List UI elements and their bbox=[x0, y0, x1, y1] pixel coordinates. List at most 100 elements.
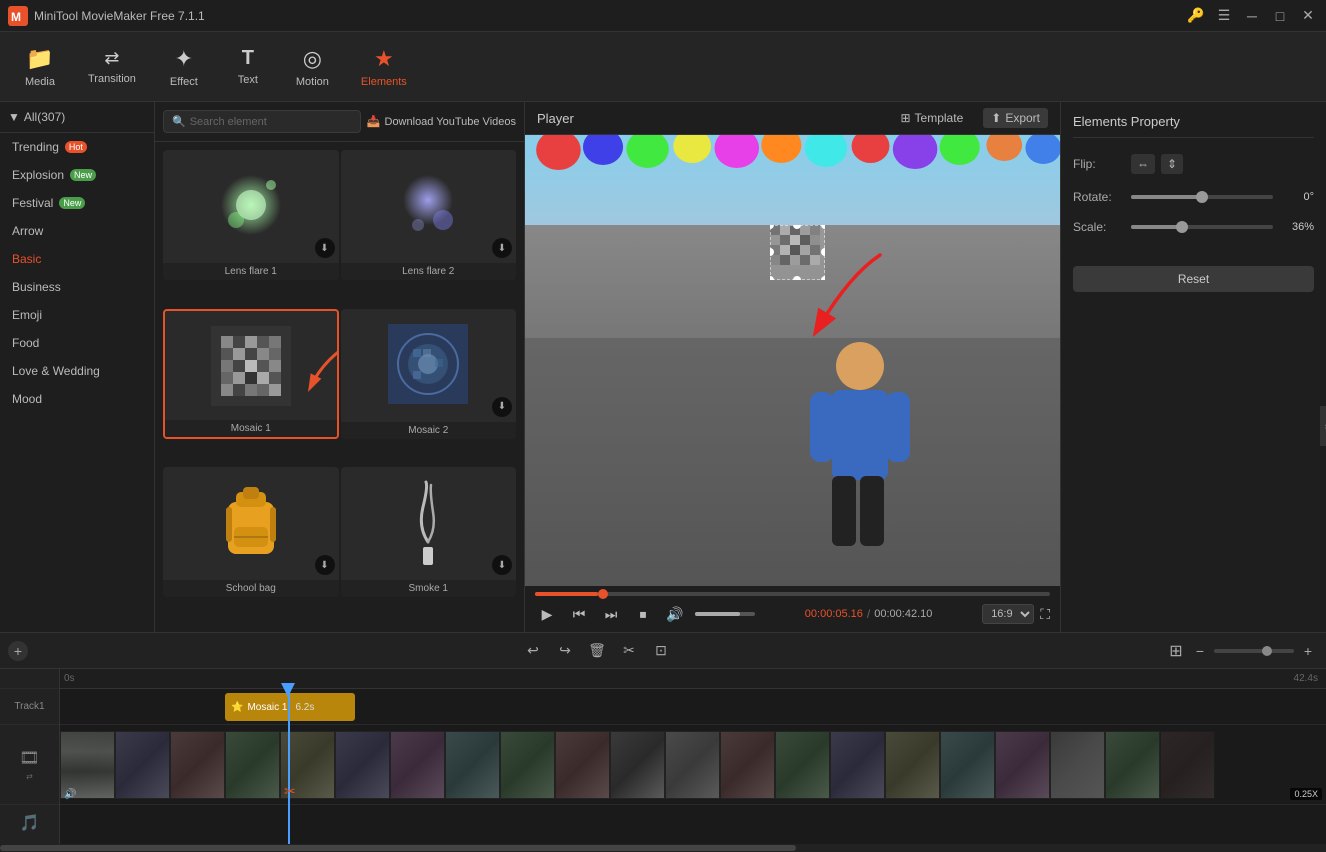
scale-thumb[interactable] bbox=[1176, 221, 1188, 233]
sidebar-item-mood[interactable]: Mood bbox=[0, 385, 154, 413]
download-mosaic2-btn[interactable]: ⬇ bbox=[492, 397, 512, 417]
transition-icon: ⇄ bbox=[104, 48, 119, 69]
add-track-btn[interactable]: + bbox=[8, 641, 28, 661]
play-btn[interactable]: ▶ bbox=[535, 602, 559, 626]
school-bag-preview bbox=[216, 482, 286, 562]
player-video bbox=[525, 135, 1060, 586]
toolbar-elements[interactable]: ★ Elements bbox=[347, 42, 421, 92]
flip-vertical-btn[interactable]: ⇕ bbox=[1161, 154, 1183, 174]
swap-icon[interactable]: ⇄ bbox=[26, 772, 33, 781]
settings-btn[interactable]: 🔑 bbox=[1186, 6, 1206, 26]
element-smoke-1[interactable]: ⬇ Smoke 1 bbox=[341, 467, 517, 597]
player-title: Player bbox=[537, 111, 574, 126]
app-icon: M bbox=[8, 6, 28, 26]
track-labels: Track1 🎞 ⇄ 🎵 bbox=[0, 669, 60, 844]
mosaic-clip[interactable]: ⭐ Mosaic 1 6.2s bbox=[225, 693, 355, 721]
element-mosaic-1[interactable]: Mosaic 1 bbox=[163, 309, 339, 439]
fullscreen-btn[interactable]: ⛶ bbox=[1040, 606, 1050, 623]
titlebar: M MiniTool MovieMaker Free 7.1.1 🔑 ☰ ─ □… bbox=[0, 0, 1326, 32]
download-schoolbag-btn[interactable]: ⬇ bbox=[315, 555, 335, 575]
basic-label: Basic bbox=[12, 252, 41, 266]
collapse-panel-btn[interactable]: › bbox=[1320, 406, 1326, 446]
timeline-scrollbar-thumb[interactable] bbox=[0, 845, 796, 851]
sidebar-item-love-wedding[interactable]: Love & Wedding bbox=[0, 357, 154, 385]
undo-btn[interactable]: ↩ bbox=[519, 637, 547, 665]
sidebar-item-trending[interactable]: Trending Hot bbox=[0, 133, 154, 161]
clip-duration: 6.2s bbox=[295, 702, 314, 713]
timeline-ruler: 0s 42.4s bbox=[60, 669, 1326, 689]
film-frame-8 bbox=[445, 731, 500, 799]
sidebar-item-emoji[interactable]: Emoji bbox=[0, 301, 154, 329]
close-btn[interactable]: ✕ bbox=[1298, 6, 1318, 26]
toolbar-transition[interactable]: ⇄ Transition bbox=[74, 44, 150, 89]
mosaic-1-preview bbox=[211, 326, 291, 406]
template-btn[interactable]: ⊞ Template bbox=[892, 108, 971, 128]
menu-btn[interactable]: ☰ bbox=[1214, 6, 1234, 26]
volume-slider[interactable] bbox=[695, 612, 755, 616]
controls-right: 16:9 4:3 1:1 ⛶ bbox=[982, 604, 1050, 624]
maximize-btn[interactable]: □ bbox=[1270, 6, 1290, 26]
toolbar-effect[interactable]: ✦ Effect bbox=[154, 42, 214, 92]
minimize-btn[interactable]: ─ bbox=[1242, 6, 1262, 26]
aspect-ratio-select[interactable]: 16:9 4:3 1:1 bbox=[982, 604, 1034, 624]
progress-thumb[interactable] bbox=[598, 589, 608, 599]
zoom-slider[interactable] bbox=[1214, 649, 1294, 653]
toolbar-text[interactable]: T Text bbox=[218, 43, 278, 90]
motion-label: Motion bbox=[296, 76, 329, 88]
timeline-scrollbar[interactable] bbox=[0, 844, 1326, 852]
volume-btn[interactable]: 🔊 bbox=[663, 602, 687, 626]
zoom-plus-btn[interactable]: + bbox=[1298, 641, 1318, 661]
zoom-in-btn[interactable]: ⊞ bbox=[1166, 641, 1186, 661]
sidebar-count: All(307) bbox=[24, 110, 65, 124]
flip-horizontal-btn[interactable]: ⇔ bbox=[1131, 154, 1155, 174]
text-icon: T bbox=[242, 47, 254, 70]
rotate-slider[interactable] bbox=[1131, 195, 1273, 199]
download-youtube-btn[interactable]: 📥 Download YouTube Videos bbox=[367, 115, 516, 128]
sidebar-item-arrow[interactable]: Arrow bbox=[0, 217, 154, 245]
rotate-value: 0° bbox=[1279, 191, 1314, 203]
element-school-bag[interactable]: ⬇ School bag bbox=[163, 467, 339, 597]
reset-btn[interactable]: Reset bbox=[1073, 266, 1314, 292]
film-frame-9 bbox=[500, 731, 555, 799]
scale-slider[interactable] bbox=[1131, 225, 1273, 229]
download-lens1-btn[interactable]: ⬇ bbox=[315, 238, 335, 258]
next-btn[interactable]: ⏭ bbox=[599, 602, 623, 626]
zoom-thumb[interactable] bbox=[1262, 646, 1272, 656]
download-lens2-btn[interactable]: ⬇ bbox=[492, 238, 512, 258]
search-placeholder: Search element bbox=[190, 116, 267, 128]
sidebar-item-festival[interactable]: Festival New bbox=[0, 189, 154, 217]
smoke-1-preview bbox=[398, 477, 458, 567]
film-frame-3 bbox=[170, 731, 225, 799]
export-btn[interactable]: ⬆ Export bbox=[983, 108, 1048, 128]
sidebar-item-food[interactable]: Food bbox=[0, 329, 154, 357]
element-mosaic-2[interactable]: ⬇ Mosaic 2 bbox=[341, 309, 517, 439]
sidebar-header[interactable]: ▼ All(307) bbox=[0, 102, 154, 133]
sidebar-item-business[interactable]: Business bbox=[0, 273, 154, 301]
element-lens-flare-2[interactable]: ⬇ Lens flare 2 bbox=[341, 150, 517, 280]
search-box[interactable]: 🔍 Search element bbox=[163, 110, 361, 133]
element-lens-flare-1[interactable]: ⬇ Lens flare 1 bbox=[163, 150, 339, 280]
player-actions: ⊞ Template ⬆ Export bbox=[892, 108, 1048, 128]
app-title: MiniTool MovieMaker Free 7.1.1 bbox=[34, 9, 1186, 23]
red-arrow-annotation bbox=[800, 245, 890, 345]
stop-btn[interactable]: ⏹ bbox=[631, 602, 655, 626]
flip-controls: ⇔ ⇕ bbox=[1131, 154, 1314, 174]
progress-bar[interactable] bbox=[535, 592, 1050, 596]
delete-btn[interactable]: 🗑 bbox=[583, 637, 611, 665]
current-time: 00:00:05.16 bbox=[805, 608, 863, 620]
toolbar-motion[interactable]: ◎ Motion bbox=[282, 42, 343, 92]
business-label: Business bbox=[12, 280, 61, 294]
total-time: 00:00:42.10 bbox=[874, 608, 932, 620]
toolbar-media[interactable]: 📁 Media bbox=[10, 42, 70, 92]
motion-icon: ◎ bbox=[303, 46, 322, 72]
redo-btn[interactable]: ↪ bbox=[551, 637, 579, 665]
prev-btn[interactable]: ⏮ bbox=[567, 602, 591, 626]
elements-icon: ★ bbox=[374, 46, 394, 72]
sidebar-item-explosion[interactable]: Explosion New bbox=[0, 161, 154, 189]
filmstrip bbox=[60, 731, 1326, 799]
crop-btn[interactable]: ⊡ bbox=[647, 637, 675, 665]
cut-btn[interactable]: ✂ bbox=[615, 637, 643, 665]
sidebar-item-basic[interactable]: Basic bbox=[0, 245, 154, 273]
window-controls: 🔑 ☰ ─ □ ✕ bbox=[1186, 6, 1318, 26]
rotate-thumb[interactable] bbox=[1196, 191, 1208, 203]
